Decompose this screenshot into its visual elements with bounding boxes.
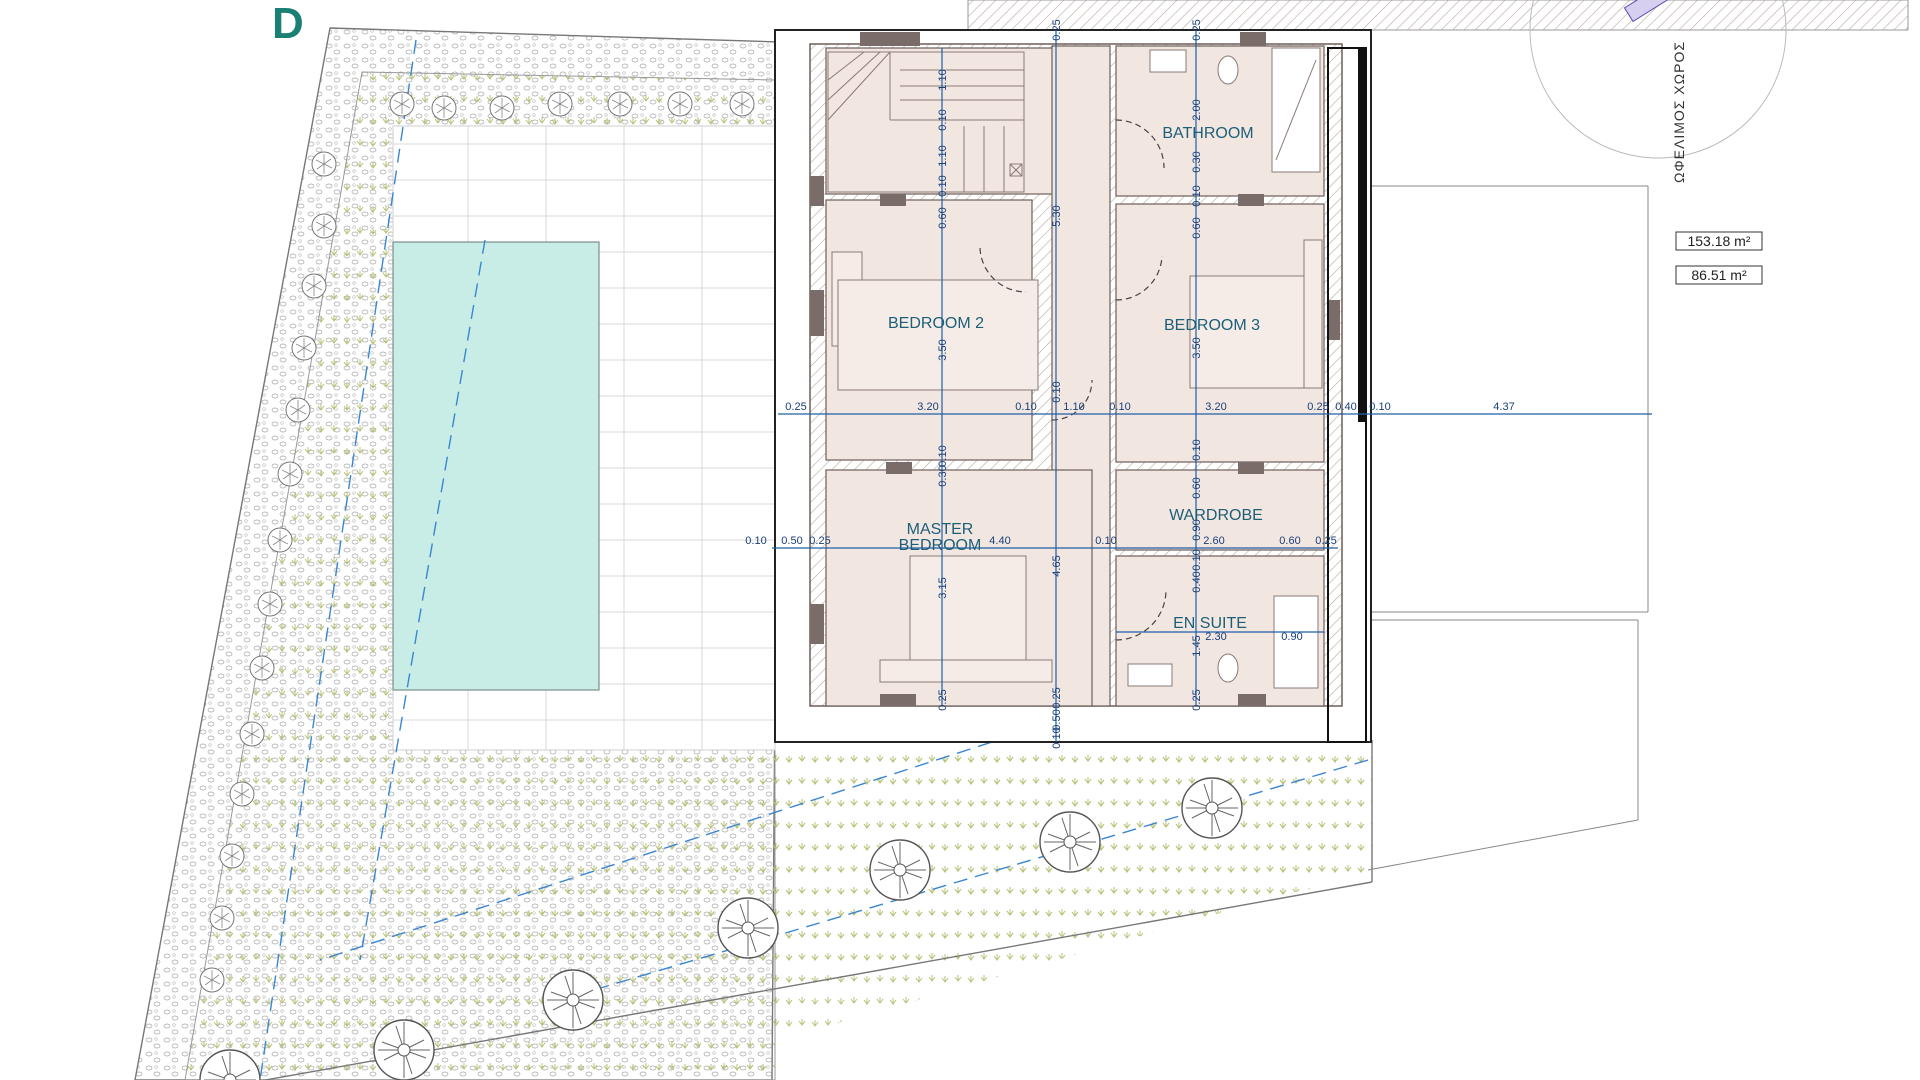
dim-r1-9: 4.37 [1493,401,1514,413]
dim-vr-8: 0.90 [1191,519,1203,540]
dim-r2-1: 0.50 [781,535,802,547]
dim-r1-3: 1.10 [1063,401,1084,413]
dim-r2-5: 2.60 [1203,535,1224,547]
dim-vm-4: 0.25 [1051,687,1063,708]
dim-vm-0: 0.25 [1051,19,1063,40]
label-master-line1: MASTER [907,521,974,538]
area-value-2: 86.51 m² [1691,267,1747,283]
dim-vr-6: 0.10 [1191,439,1203,460]
dim-vr-12: 0.25 [1191,689,1203,710]
dim-en-1: 0.90 [1281,631,1302,643]
label-bathroom: BATHROOM [1162,125,1253,142]
dim-vr-10: 0.40 [1191,571,1203,592]
dim-vr-5: 3.50 [1191,337,1203,358]
area-value-1: 153.18 m² [1687,233,1750,249]
dim-vr-9: 0.10 [1191,549,1203,570]
dim-r1-7: 0.40 [1335,401,1356,413]
dim-vl-0: 1.10 [937,69,949,90]
dim-r1-0: 0.25 [785,401,806,413]
dim-vr-11: 1.45 [1191,635,1203,656]
area-boxes: 153.18 m² 86.51 m² [1675,231,1763,285]
dim-vr-0: 0.25 [1191,19,1203,40]
dim-vl-2: 1.10 [937,145,949,166]
dim-r1-5: 3.20 [1205,401,1226,413]
dim-vr-4: 0.60 [1191,217,1203,238]
dim-vl-8: 3.15 [937,577,949,598]
floor-plan: BATHROOM BEDROOM 2 BEDROOM 3 MASTER BEDR… [134,0,1909,1080]
dim-vl-9: 0.25 [937,689,949,710]
swimming-pool [392,241,600,691]
dim-r2-0: 0.10 [745,535,766,547]
dim-r2-2: 0.25 [809,535,830,547]
dim-r1-8: 0.10 [1369,401,1390,413]
dim-r2-3: 4.40 [989,535,1010,547]
dim-vl-3: 0.10 [937,175,949,196]
dim-vl-5: 3.50 [937,339,949,360]
dim-r2-7: 0.25 [1315,535,1336,547]
dim-vl-1: 0.10 [937,109,949,130]
label-en-suite: EN SUITE [1173,615,1247,632]
dim-r2-6: 0.60 [1279,535,1300,547]
dim-vr-7: 0.60 [1191,477,1203,498]
dim-r1-6: 0.25 [1307,401,1328,413]
label-bedroom-3: BEDROOM 3 [1164,317,1260,334]
dim-vl-4: 0.60 [937,207,949,228]
dim-vm-6: 0.10 [1051,727,1063,748]
dim-vr-3: 0.10 [1191,185,1203,206]
side-label: ΩΦΕΛΙΜΟΣ ΧΩΡΟΣ [1671,41,1687,183]
dim-vr-2: 0.30 [1191,151,1203,172]
label-bedroom-2: BEDROOM 2 [888,315,984,332]
dim-en-0: 2.30 [1205,631,1226,643]
dim-vm-1: 5.30 [1051,205,1063,226]
label-wardrobe: WARDROBE [1169,507,1263,524]
dim-vm-2: 0.10 [1051,381,1063,402]
dim-vl-6: 0.10 [937,445,949,466]
dim-r1-4: 0.10 [1109,401,1130,413]
dim-r1-1: 3.20 [917,401,938,413]
sheet-letter: D [272,0,304,48]
dim-vm-3: 4.65 [1051,555,1063,576]
dim-r2-4: 0.10 [1095,535,1116,547]
dim-r1-2: 0.10 [1015,401,1036,413]
dim-vl-7: 0.30 [937,465,949,486]
label-master-line2: BEDROOM [899,537,982,554]
dim-vr-1: 2.00 [1191,99,1203,120]
